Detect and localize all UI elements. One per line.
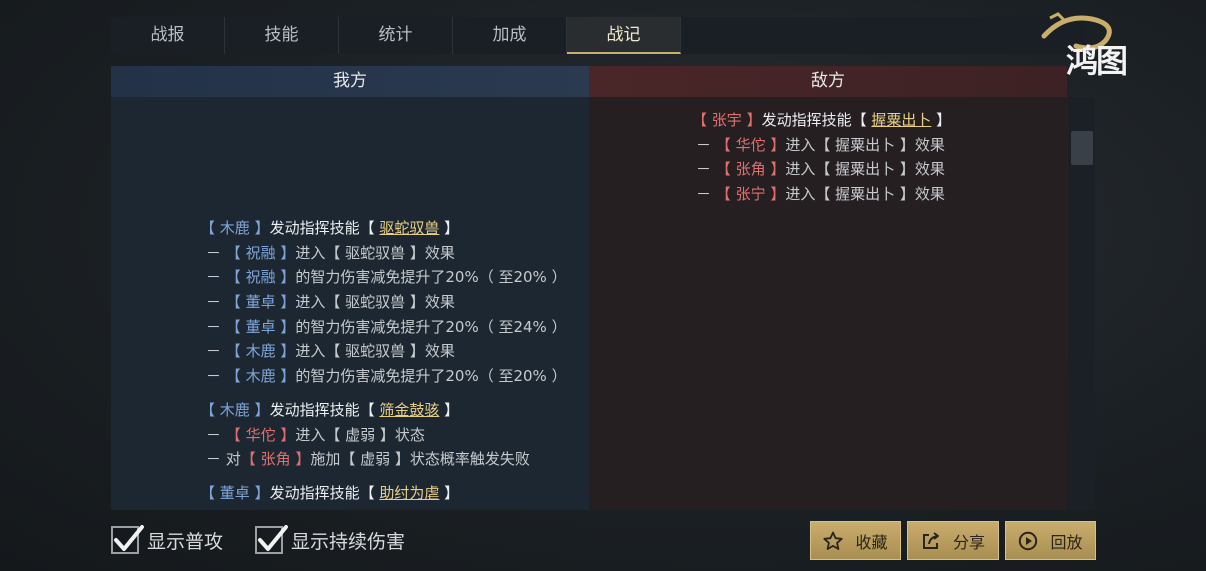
- log-entry-skill-trigger: 【 木鹿 】发动指挥技能【 筛金鼓骇 】: [200, 401, 460, 419]
- logo-text: 鸿图: [1066, 42, 1128, 80]
- log-entry: － 【 张宁 】进入【 握粟出卜 】效果: [696, 185, 945, 203]
- log-entry: － 【 祝融 】的智力伤害减免提升了20%（ 至20% ）: [206, 268, 567, 286]
- log-entry: － 【 木鹿 】的智力伤害减免提升了20%（ 至20% ）: [206, 367, 567, 385]
- log-scrollbar-thumb[interactable]: [1071, 131, 1093, 165]
- log-entry: － 【 祝融 】进入【 驱蛇驭兽 】效果: [206, 244, 455, 262]
- tab-battle-log[interactable]: 战记: [567, 17, 681, 54]
- log-entry: － 【 华佗 】进入【 握粟出卜 】效果: [696, 136, 945, 154]
- checkbox-label: 显示普攻: [147, 530, 224, 553]
- log-entry-skill-trigger: 【 董卓 】发动指挥技能【 助纣为虐 】: [200, 484, 460, 502]
- favorite-label: 收藏: [855, 532, 888, 552]
- my-side-log-panel[interactable]: 【 木鹿 】发动指挥技能【 驱蛇驭兽 】 － 【 祝融 】进入【 驱蛇驭兽 】效…: [111, 97, 589, 510]
- replay-label: 回放: [1050, 532, 1083, 552]
- log-entry: － 【 华佗 】进入【 虚弱 】状态: [206, 426, 425, 444]
- share-icon: [922, 531, 939, 549]
- tab-bonus[interactable]: 加成: [453, 17, 567, 54]
- log-entry: － 【 张角 】进入【 握粟出卜 】效果: [696, 160, 945, 178]
- tab-statistics[interactable]: 统计: [339, 17, 453, 54]
- tab-battle-report[interactable]: 战报: [111, 17, 225, 54]
- enemy-side-header: 敌方: [589, 66, 1067, 97]
- play-icon: [1019, 531, 1038, 550]
- checkbox-label: 显示持续伤害: [291, 530, 406, 553]
- show-normal-attack-checkbox[interactable]: 显示普攻: [111, 525, 224, 554]
- show-dot-damage-checkbox[interactable]: 显示持续伤害: [255, 525, 406, 554]
- checkbox-checked-icon: [111, 525, 144, 554]
- log-entry: － 【 木鹿 】进入【 驱蛇驭兽 】效果: [206, 342, 455, 360]
- log-entry-skill-trigger: 【 木鹿 】发动指挥技能【 驱蛇驭兽 】: [200, 219, 460, 237]
- log-entry: － 对【 张角 】施加【 虚弱 】状态概率触发失败: [206, 450, 530, 468]
- log-entry-skill-trigger: 【 张宇 】发动指挥技能【 握粟出卜 】: [692, 111, 952, 129]
- log-entry: － 【 董卓 】的智力伤害减免提升了20%（ 至24% ）: [206, 318, 567, 336]
- replay-button[interactable]: 回放: [1005, 521, 1096, 560]
- star-icon: [823, 531, 844, 550]
- favorite-button[interactable]: 收藏: [810, 521, 901, 560]
- tab-bar: 战报 技能 统计 加成 战记: [111, 17, 1086, 54]
- enemy-side-log-panel[interactable]: 【 张宇 】发动指挥技能【 握粟出卜 】 － 【 华佗 】进入【 握粟出卜 】效…: [589, 97, 1067, 510]
- checkbox-checked-icon: [255, 525, 288, 554]
- my-side-header: 我方: [111, 66, 589, 97]
- tab-skills[interactable]: 技能: [225, 17, 339, 54]
- share-button[interactable]: 分享: [907, 521, 999, 560]
- log-entry: － 【 董卓 】进入【 驱蛇驭兽 】效果: [206, 293, 455, 311]
- share-label: 分享: [952, 532, 985, 552]
